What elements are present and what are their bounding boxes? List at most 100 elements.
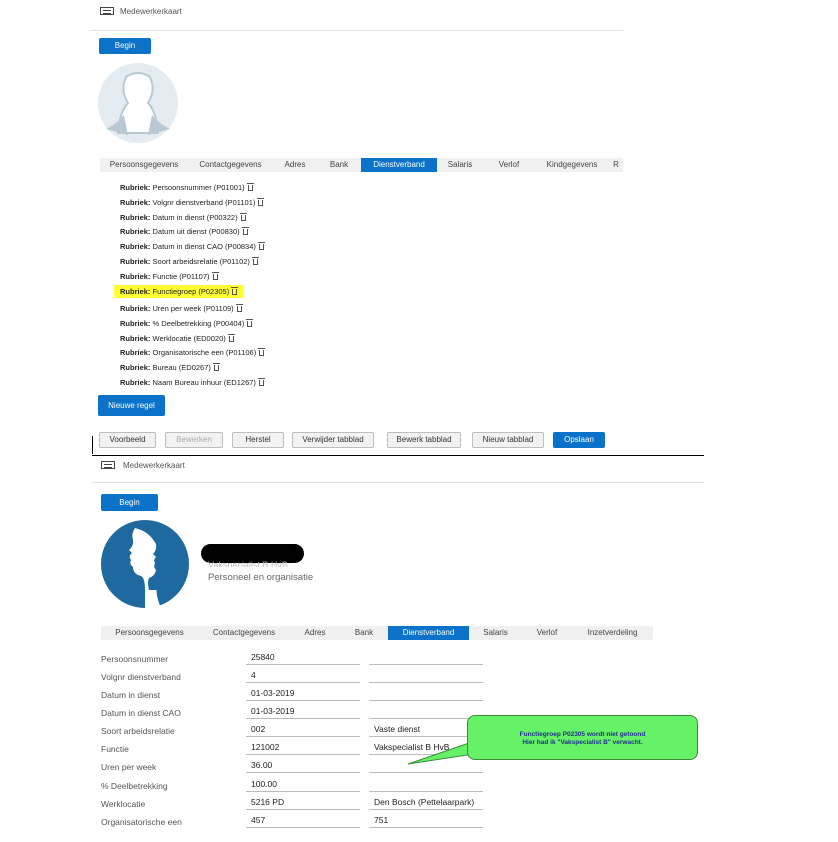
field-value[interactable]: 25840: [246, 652, 360, 665]
top-begin-button[interactable]: Begin: [99, 38, 151, 54]
field-value[interactable]: 121002: [246, 742, 360, 755]
rubriek-prefix: Rubriek:: [120, 319, 151, 328]
rubriek-label: Persoonsnummer (P01001): [152, 183, 245, 192]
trash-icon[interactable]: [235, 304, 243, 312]
tab-persoonsgegevens[interactable]: Persoonsgegevens: [101, 626, 198, 640]
list-item: Rubriek: Functie (P01107): [120, 272, 219, 281]
tab-verlof[interactable]: Verlof: [483, 158, 535, 172]
toolbar-left-border: [92, 436, 93, 454]
edit-tab-button[interactable]: Bewerk tabblad: [387, 432, 461, 448]
rubriek-label: % Deelbetrekking (P00404): [152, 319, 245, 328]
list-item: Rubriek: Datum in dienst CAO (P00834): [120, 242, 265, 251]
field-label: Organisatorische een: [101, 817, 182, 827]
field-label: Volgnr dienstverband: [101, 672, 181, 682]
tab-contactgegevens[interactable]: Contactgegevens: [198, 626, 290, 640]
field-value[interactable]: 01-03-2019: [246, 688, 360, 701]
top-header-title: Medewerkerkaart: [120, 7, 182, 16]
list-item: Rubriek: Soort arbeidsrelatie (P01102): [120, 257, 259, 266]
bottom-header-title: Medewerkerkaart: [123, 461, 185, 470]
preview-button[interactable]: Voorbeeld: [99, 432, 156, 448]
save-button[interactable]: Opslaan: [553, 432, 605, 448]
trash-icon[interactable]: [227, 334, 235, 342]
annotation-callout: Functiegroep P02305 wordt niet getoond H…: [467, 715, 698, 760]
field-value[interactable]: 5216 PD: [246, 797, 360, 810]
trash-icon[interactable]: [211, 272, 219, 280]
field-label: Soort arbeidsrelatie: [101, 726, 175, 736]
tab-contactgegevens[interactable]: Contactgegevens: [188, 158, 273, 172]
trash-icon[interactable]: [246, 319, 254, 327]
rubriek-prefix: Rubriek:: [120, 183, 151, 192]
tab-bank[interactable]: Bank: [317, 158, 361, 172]
bottom-begin-button[interactable]: Begin: [101, 494, 158, 511]
field-extra: [369, 779, 483, 792]
edit-button[interactable]: Bewerken: [165, 432, 223, 448]
tab-salaris[interactable]: Salaris: [469, 626, 522, 640]
delete-tab-button[interactable]: Verwijder tabblad: [292, 432, 374, 448]
callout-line-2: Hier had ik "Vakspecialist B" verwacht.: [522, 739, 643, 746]
trash-icon[interactable]: [251, 257, 259, 265]
tab-inzetverdeling[interactable]: Inzetverdeling: [572, 626, 653, 640]
profile-avatar: [101, 520, 189, 608]
trash-icon[interactable]: [239, 213, 247, 221]
trash-icon[interactable]: [241, 227, 249, 235]
field-value[interactable]: 100.00: [246, 779, 360, 792]
tab-dienstverband[interactable]: Dienstverband: [388, 626, 469, 640]
restore-button[interactable]: Herstel: [232, 432, 284, 448]
field-value[interactable]: 4: [246, 670, 360, 683]
rubriek-prefix: Rubriek:: [120, 348, 151, 357]
list-item: Rubriek: Bureau (ED0267): [120, 363, 220, 372]
field-label: Werklocatie: [101, 799, 146, 809]
tab-dienstverband[interactable]: Dienstverband: [361, 158, 437, 172]
tab-verlof[interactable]: Verlof: [522, 626, 572, 640]
list-item: Rubriek: Uren per week (P01109): [120, 304, 243, 313]
trash-icon[interactable]: [257, 242, 265, 250]
field-value[interactable]: 002: [246, 724, 360, 737]
rubriek-prefix: Rubriek:: [120, 272, 151, 281]
tab-bank[interactable]: Bank: [340, 626, 388, 640]
list-item: Rubriek: Datum uit dienst (P00830): [120, 227, 249, 236]
tab-kindgegevens[interactable]: Kindgegevens: [535, 158, 609, 172]
field-value[interactable]: 457: [246, 815, 360, 828]
rubriek-prefix: Rubriek:: [120, 227, 151, 236]
new-row-button[interactable]: Nieuwe regel: [98, 395, 165, 416]
rubriek-label: Datum in dienst (P00322): [152, 213, 238, 222]
rubriek-label: Functie (P01107): [152, 272, 210, 281]
tab-adres[interactable]: Adres: [273, 158, 317, 172]
trash-icon[interactable]: [231, 287, 239, 295]
trash-icon[interactable]: [212, 363, 220, 371]
rubriek-prefix: Rubriek:: [120, 334, 151, 343]
rubriek-label: Volgnr dienstverband (P01101): [152, 198, 256, 207]
field-label: Uren per week: [101, 762, 157, 772]
rubriek-prefix: Rubriek:: [120, 242, 151, 251]
rubriek-prefix: Rubriek:: [120, 287, 151, 296]
trash-icon[interactable]: [246, 183, 254, 191]
tab-persoonsgegevens[interactable]: Persoonsgegevens: [100, 158, 188, 172]
list-item: Rubriek: Datum in dienst (P00322): [120, 213, 247, 222]
rubriek-prefix: Rubriek:: [120, 378, 151, 387]
list-item: Rubriek: Werklocatie (ED0020): [120, 334, 235, 343]
field-extra: [369, 670, 483, 683]
rubriek-label: Werklocatie (ED0020): [152, 334, 226, 343]
rubriek-prefix: Rubriek:: [120, 304, 151, 313]
trash-icon[interactable]: [257, 198, 265, 206]
trash-icon[interactable]: [257, 378, 265, 386]
new-tab-button[interactable]: Nieuw tabblad: [472, 432, 544, 448]
trash-icon[interactable]: [258, 348, 266, 356]
field-label: Datum in dienst: [101, 690, 161, 700]
callout-line-1: Functiegroep P02305 wordt niet getoond: [519, 731, 646, 738]
field-value[interactable]: 36.00: [246, 760, 360, 773]
section-divider: [92, 455, 704, 456]
rubriek-label: Functiegroep (P02305): [152, 287, 230, 296]
field-label: Persoonsnummer: [101, 654, 169, 664]
tab-adres[interactable]: Adres: [290, 626, 340, 640]
rubriek-label: Soort arbeidsrelatie (P01102): [152, 257, 250, 266]
rubriek-prefix: Rubriek:: [120, 257, 151, 266]
field-extra: 751: [369, 815, 483, 828]
rubriek-label: Naam Bureau inhuur (ED1267): [152, 378, 256, 387]
tab-r[interactable]: R: [609, 158, 623, 172]
field-label: Functie: [101, 744, 129, 754]
tab-salaris[interactable]: Salaris: [437, 158, 483, 172]
field-value[interactable]: 01-03-2019: [246, 706, 360, 719]
field-label: Datum in dienst CAO: [101, 708, 181, 718]
rubriek-label: Organisatorische een (P01106): [152, 348, 257, 357]
